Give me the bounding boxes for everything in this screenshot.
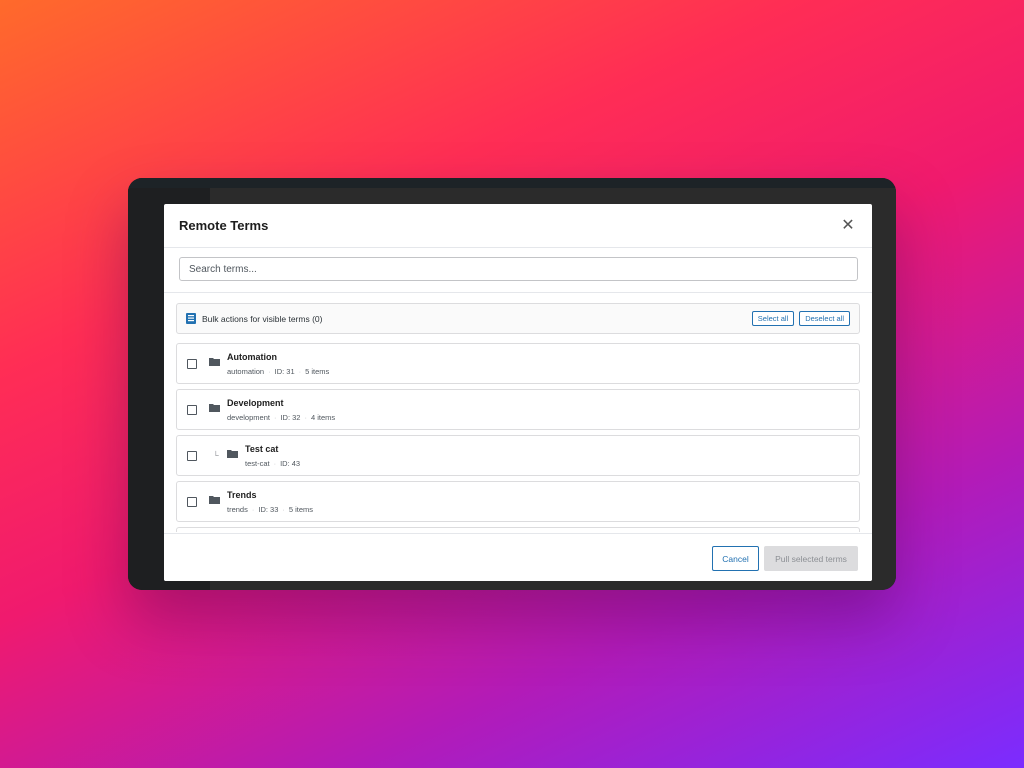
term-id: ID: 32 <box>280 412 301 422</box>
close-button[interactable]: ✕ <box>840 218 856 234</box>
term-meta: automation · ID: 31 · 5 items <box>227 366 330 376</box>
admin-bar <box>128 178 896 188</box>
term-slug: development <box>227 412 270 422</box>
bulk-actions-label: Bulk actions for visible terms (0) <box>202 313 323 324</box>
search-input[interactable] <box>179 257 858 281</box>
term-row-test-cat[interactable]: └ Test cat test-cat · ID: 43 <box>176 435 860 476</box>
term-slug: test-cat <box>245 458 270 468</box>
term-row-trends[interactable]: Trends trends · ID: 33 · 5 items <box>176 481 860 522</box>
close-icon: ✕ <box>841 217 855 234</box>
term-id: ID: 33 <box>258 504 279 514</box>
term-checkbox[interactable] <box>187 450 197 461</box>
folder-icon <box>227 450 238 458</box>
term-id: ID: 31 <box>274 366 295 376</box>
pull-selected-terms-button[interactable]: Pull selected terms <box>764 546 858 571</box>
modal-title: Remote Terms <box>179 218 269 233</box>
divider <box>164 292 872 293</box>
term-checkbox[interactable] <box>187 496 197 507</box>
term-name: Test cat <box>245 443 279 454</box>
select-all-button[interactable]: Select all <box>751 311 795 326</box>
modal-footer: Cancel Pull selected terms <box>164 533 872 581</box>
terms-list-area[interactable]: Bulk actions for visible terms (0) Selec… <box>176 303 860 532</box>
list-icon <box>186 313 196 324</box>
term-name: Development <box>227 397 284 408</box>
term-row-partial[interactable] <box>176 527 860 532</box>
term-checkbox[interactable] <box>187 404 197 415</box>
modal-header: Remote Terms ✕ <box>164 204 872 248</box>
term-checkbox[interactable] <box>187 358 197 369</box>
term-name: Automation <box>227 351 277 362</box>
cancel-button[interactable]: Cancel <box>712 546 759 571</box>
bulk-actions-bar: Bulk actions for visible terms (0) Selec… <box>176 303 860 334</box>
search-wrapper <box>179 257 858 281</box>
term-id: ID: 43 <box>280 458 301 468</box>
term-meta: test-cat · ID: 43 <box>245 458 301 468</box>
folder-icon <box>209 496 220 504</box>
term-row-development[interactable]: Development development · ID: 32 · 4 items <box>176 389 860 430</box>
term-name: Trends <box>227 489 257 500</box>
deselect-all-button[interactable]: Deselect all <box>799 311 850 326</box>
term-meta: trends · ID: 33 · 5 items <box>227 504 314 514</box>
term-slug: trends <box>227 504 248 514</box>
term-row-automation[interactable]: Automation automation · ID: 31 · 5 items <box>176 343 860 384</box>
folder-icon <box>209 404 220 412</box>
term-meta: development · ID: 32 · 4 items <box>227 412 336 422</box>
term-count: 5 items <box>305 366 330 376</box>
folder-icon <box>209 358 220 366</box>
term-count: 4 items <box>310 412 336 422</box>
term-slug: automation <box>227 366 265 376</box>
child-arrow-icon: └ <box>213 451 219 460</box>
term-count: 5 items <box>288 504 314 514</box>
remote-terms-modal: Remote Terms ✕ Bulk actions for visible … <box>164 204 872 581</box>
